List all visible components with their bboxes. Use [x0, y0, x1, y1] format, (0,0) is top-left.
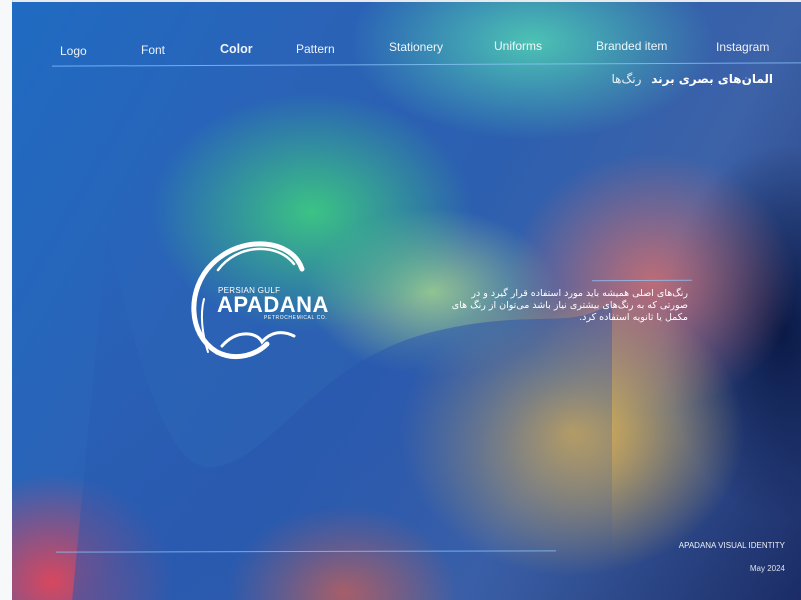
color-description: رنگ‌های اصلی همیشه باید مورد استفاده قرا…	[451, 288, 688, 323]
nav-item-logo[interactable]: Logo	[60, 44, 87, 58]
nav-item-stationery[interactable]: Stationery	[389, 40, 443, 54]
nav-item-instagram[interactable]: Instagram	[716, 40, 769, 54]
top-navigation: Logo Font Color Pattern Stationery Unifo…	[12, 2, 801, 72]
nav-item-font[interactable]: Font	[141, 43, 165, 57]
brand-page: Logo Font Color Pattern Stationery Unifo…	[12, 2, 801, 600]
nav-item-uniforms[interactable]: Uniforms	[494, 39, 542, 53]
footer-date: May 2024	[749, 564, 785, 573]
apadana-logo: PERSIAN GULF APADANA PETROCHEMICAL CO.	[182, 234, 342, 364]
section-title-main: المان‌های بصری برند	[651, 72, 773, 86]
screenshot-root: Logo Font Color Pattern Stationery Unifo…	[0, 0, 801, 600]
section-title: المان‌های بصری برند رنگ‌ها	[612, 72, 773, 86]
nav-item-pattern[interactable]: Pattern	[296, 42, 335, 56]
footer-brand: APADANA VISUAL IDENTITY	[678, 541, 785, 550]
nav-item-branded-item[interactable]: Branded item	[596, 39, 667, 53]
logo-sub-line: PETROCHEMICAL CO.	[264, 315, 328, 321]
nav-item-color[interactable]: Color	[220, 42, 253, 56]
section-title-sub: رنگ‌ها	[611, 72, 642, 86]
